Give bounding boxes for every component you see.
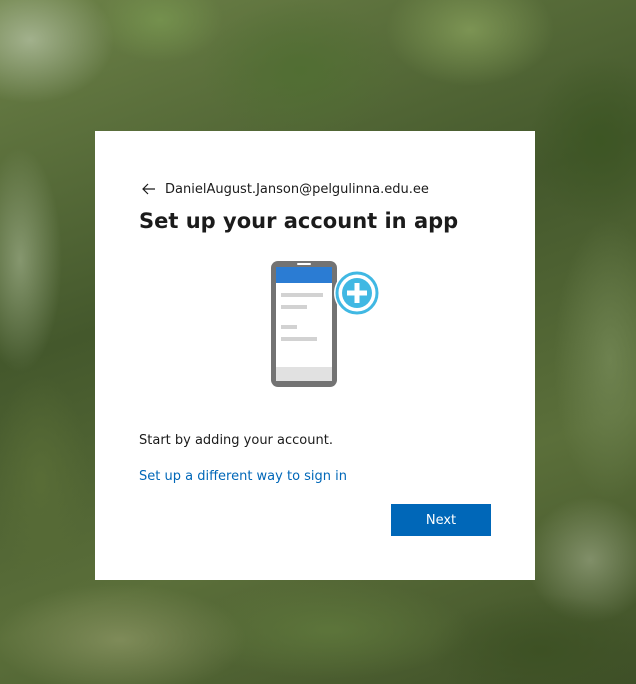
identity-banner: DanielAugust.Janson@pelgulinna.edu.ee (139, 179, 429, 199)
next-button[interactable]: Next (391, 504, 491, 536)
different-sign-in-link[interactable]: Set up a different way to sign in (139, 469, 347, 484)
page-title: Set up your account in app (139, 209, 459, 233)
setup-card: DanielAugust.Janson@pelgulinna.edu.ee Se… (95, 131, 535, 580)
arrow-left-icon[interactable] (139, 179, 159, 199)
phone-add-account-icon (271, 261, 380, 387)
account-email: DanielAugust.Janson@pelgulinna.edu.ee (165, 181, 429, 197)
setup-instruction: Start by adding your account. (139, 433, 333, 448)
